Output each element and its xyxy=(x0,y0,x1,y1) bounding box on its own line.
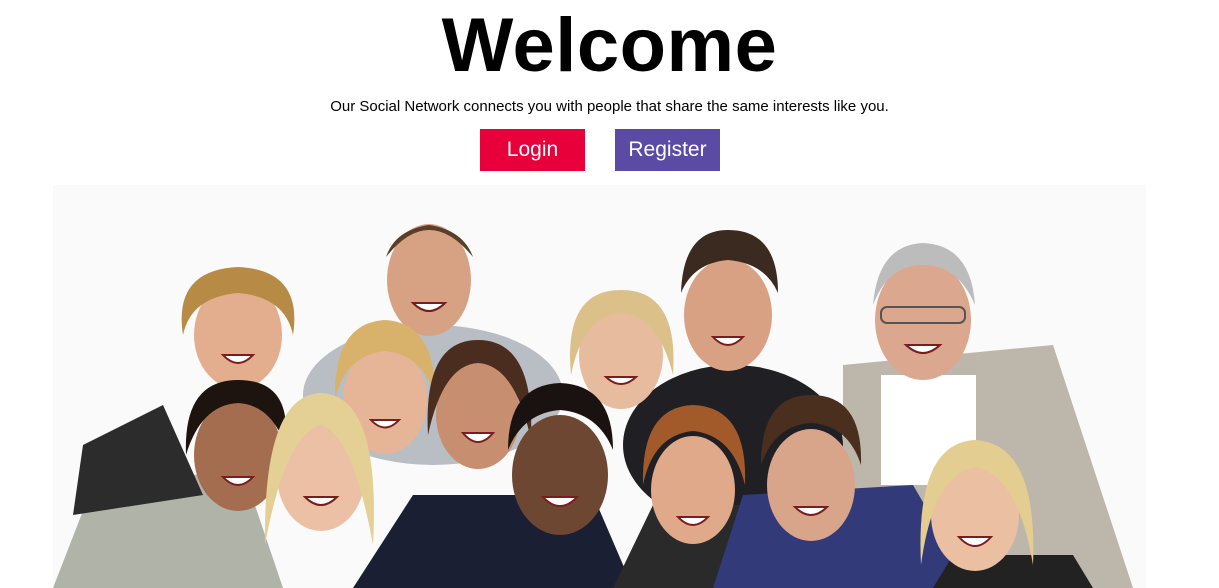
welcome-page: Welcome Our Social Network connects you … xyxy=(0,0,1219,588)
page-title: Welcome xyxy=(441,3,778,88)
group-photo xyxy=(53,185,1146,588)
tagline: Our Social Network connects you with peo… xyxy=(330,98,889,115)
register-button[interactable]: Register xyxy=(615,129,720,171)
login-button[interactable]: Login xyxy=(480,129,585,171)
